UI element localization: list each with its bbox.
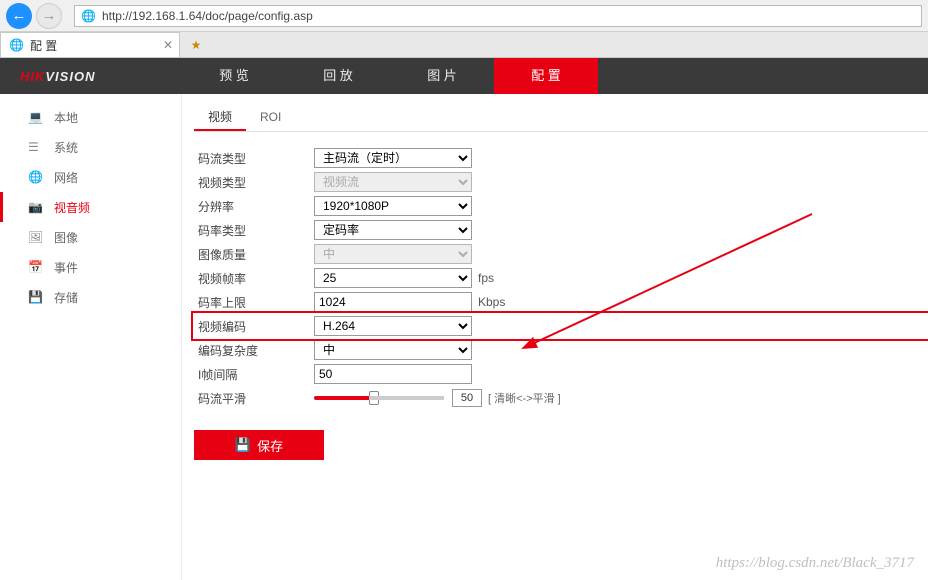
logo: HIKVISION bbox=[0, 69, 182, 84]
browser-tab-strip: 🌐 配 置 ✕ ★ bbox=[0, 32, 928, 58]
subtab-video[interactable]: 视频 bbox=[194, 104, 246, 131]
input-max-bitrate[interactable] bbox=[314, 292, 472, 312]
label-resolution: 分辨率 bbox=[194, 198, 314, 215]
watermark: https://blog.csdn.net/Black_3717 bbox=[716, 555, 914, 572]
monitor-icon: 💻 bbox=[28, 110, 44, 124]
sliders-icon: 🖼 bbox=[28, 230, 44, 244]
browser-toolbar: ← → 🌐 http://192.168.1.64/doc/page/confi… bbox=[0, 0, 928, 32]
forward-button[interactable]: → bbox=[36, 3, 62, 29]
sidebar-item-video-audio[interactable]: 📷 视音频 bbox=[0, 192, 181, 222]
select-resolution[interactable]: 1920*1080P bbox=[314, 196, 472, 216]
sidebar-item-label: 视音频 bbox=[54, 199, 90, 216]
label-bitrate-type: 码率类型 bbox=[194, 222, 314, 239]
select-bitrate-type[interactable]: 定码率 bbox=[314, 220, 472, 240]
sidebar-item-event[interactable]: 📅 事件 bbox=[0, 252, 181, 282]
nav-config[interactable]: 配 置 bbox=[494, 58, 598, 94]
subtab-roi[interactable]: ROI bbox=[246, 104, 295, 131]
select-frame-rate[interactable]: 25 bbox=[314, 268, 472, 288]
globe-icon: 🌐 bbox=[9, 38, 24, 52]
nav-preview[interactable]: 预 览 bbox=[182, 58, 286, 94]
sidebar-item-label: 图像 bbox=[54, 229, 78, 246]
subtab-bar: 视频 ROI bbox=[194, 104, 928, 132]
sidebar-item-label: 网络 bbox=[54, 169, 78, 186]
slider-value: 50 bbox=[452, 389, 482, 407]
address-bar[interactable]: 🌐 http://192.168.1.64/doc/page/config.as… bbox=[74, 5, 922, 27]
video-form: 码流类型 主码流（定时） 视频类型 视频流 分辨率 1920*1080P 码率类… bbox=[194, 132, 928, 460]
label-smoothing: 码流平滑 bbox=[194, 390, 314, 407]
globe-icon: 🌐 bbox=[28, 170, 44, 184]
sidebar-item-label: 系统 bbox=[54, 139, 78, 156]
label-stream-type: 码流类型 bbox=[194, 150, 314, 167]
event-icon: 📅 bbox=[28, 260, 44, 274]
select-stream-type[interactable]: 主码流（定时） bbox=[314, 148, 472, 168]
globe-icon: 🌐 bbox=[81, 9, 96, 23]
url-text: http://192.168.1.64/doc/page/config.asp bbox=[102, 9, 313, 23]
sidebar-item-system[interactable]: ☰ 系统 bbox=[0, 132, 181, 162]
list-icon: ☰ bbox=[28, 140, 44, 154]
nav-picture[interactable]: 图 片 bbox=[390, 58, 494, 94]
label-iframe: I帧间隔 bbox=[194, 366, 314, 383]
label-complexity: 编码复杂度 bbox=[194, 342, 314, 359]
sidebar-item-label: 事件 bbox=[54, 259, 78, 276]
nav-playback[interactable]: 回 放 bbox=[286, 58, 390, 94]
browser-tab[interactable]: 🌐 配 置 ✕ bbox=[0, 32, 180, 57]
slider-hint: [ 清晰<->平滑 ] bbox=[488, 390, 561, 406]
main-area: 💻 本地 ☰ 系统 🌐 网络 📷 视音频 🖼 图像 📅 事件 💾 存储 视频 ROI 码流类型… bbox=[0, 94, 928, 580]
app-top-nav: HIKVISION 预 览 回 放 图 片 配 置 bbox=[0, 58, 928, 94]
storage-icon: 💾 bbox=[28, 290, 44, 304]
label-video-encoding: 视频编码 bbox=[194, 318, 314, 335]
sidebar-item-image[interactable]: 🖼 图像 bbox=[0, 222, 181, 252]
select-video-encoding[interactable]: H.264 bbox=[314, 316, 472, 336]
sidebar-item-label: 本地 bbox=[54, 109, 78, 126]
label-frame-rate: 视频帧率 bbox=[194, 270, 314, 287]
camera-icon: 📷 bbox=[28, 200, 44, 214]
row-video-encoding: 视频编码 H.264 bbox=[194, 314, 928, 338]
content-pane: 视频 ROI 码流类型 主码流（定时） 视频类型 视频流 分辨率 1920*10… bbox=[182, 94, 928, 580]
select-complexity[interactable]: 中 bbox=[314, 340, 472, 360]
sidebar-item-storage[interactable]: 💾 存储 bbox=[0, 282, 181, 312]
tab-title: 配 置 bbox=[30, 37, 57, 54]
slider-thumb[interactable] bbox=[369, 391, 379, 405]
input-iframe[interactable] bbox=[314, 364, 472, 384]
save-icon: 💾 bbox=[235, 437, 251, 453]
new-tab-button[interactable]: ★ bbox=[184, 34, 208, 56]
sidebar: 💻 本地 ☰ 系统 🌐 网络 📷 视音频 🖼 图像 📅 事件 💾 存储 bbox=[0, 94, 182, 580]
sidebar-item-local[interactable]: 💻 本地 bbox=[0, 102, 181, 132]
label-video-type: 视频类型 bbox=[194, 174, 314, 191]
label-image-quality: 图像质量 bbox=[194, 246, 314, 263]
unit-fps: fps bbox=[478, 271, 494, 285]
sidebar-item-network[interactable]: 🌐 网络 bbox=[0, 162, 181, 192]
select-video-type: 视频流 bbox=[314, 172, 472, 192]
unit-kbps: Kbps bbox=[478, 295, 505, 309]
sidebar-item-label: 存储 bbox=[54, 289, 78, 306]
close-icon[interactable]: ✕ bbox=[163, 38, 173, 52]
label-max-bitrate: 码率上限 bbox=[194, 294, 314, 311]
save-button[interactable]: 💾 保存 bbox=[194, 430, 324, 460]
slider-smoothing[interactable] bbox=[314, 396, 444, 400]
select-image-quality: 中 bbox=[314, 244, 472, 264]
save-label: 保存 bbox=[257, 436, 283, 455]
back-button[interactable]: ← bbox=[6, 3, 32, 29]
